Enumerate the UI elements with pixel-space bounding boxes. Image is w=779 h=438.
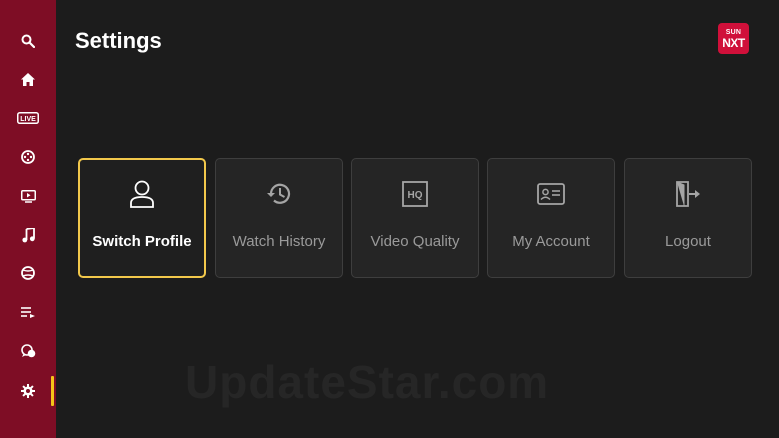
switch-profile-label: Switch Profile	[92, 233, 192, 250]
sidebar-item-tv[interactable]	[0, 181, 56, 211]
sidebar-item-music[interactable]	[0, 220, 56, 250]
watch-history-card[interactable]: Watch History	[215, 158, 343, 278]
active-indicator	[51, 376, 54, 406]
tv-play-icon	[20, 189, 36, 203]
live-label: LIVE	[20, 116, 36, 123]
exit-door-icon	[676, 181, 700, 207]
page-title: Settings	[75, 28, 162, 53]
sidebar-item-home[interactable]	[0, 64, 56, 94]
video-quality-card[interactable]: HQ Video Quality	[351, 158, 479, 278]
sidebar-item-movies[interactable]	[0, 142, 56, 172]
chat-bubbles-icon	[20, 344, 35, 358]
playlist-icon	[21, 306, 35, 318]
home-icon	[21, 72, 35, 86]
sidebar-item-sports[interactable]	[0, 258, 56, 288]
watch-history-label: Watch History	[232, 233, 326, 250]
user-icon	[130, 180, 154, 208]
sidebar-item-playlist[interactable]	[0, 297, 56, 327]
sidebar-item-settings[interactable]	[0, 376, 56, 406]
film-reel-icon	[21, 150, 35, 164]
history-icon	[267, 183, 291, 204]
hq-badge: HQ	[408, 190, 423, 201]
logout-label: Logout	[665, 233, 711, 250]
video-quality-label: Video Quality	[370, 233, 460, 250]
logout-card[interactable]: Logout	[624, 158, 752, 278]
live-icon: LIVE	[17, 112, 39, 124]
my-account-label: My Account	[512, 233, 590, 250]
gear-icon	[21, 384, 35, 398]
music-note-icon	[21, 227, 35, 242]
logo-line-1: SUN	[725, 28, 742, 36]
sidebar-item-live[interactable]: LIVE	[0, 103, 56, 133]
search-icon	[21, 34, 35, 48]
sidebar-item-kids[interactable]	[0, 336, 56, 366]
my-account-card[interactable]: My Account	[487, 158, 615, 278]
ball-icon	[21, 266, 35, 280]
watermark: UpdateStar.com	[185, 356, 550, 408]
logo-line-2: NXT	[722, 35, 745, 50]
sidebar-item-search[interactable]	[0, 26, 56, 56]
sidebar: LIVE	[0, 0, 56, 438]
hq-icon: HQ	[402, 181, 428, 207]
switch-profile-card[interactable]: Switch Profile	[78, 158, 206, 278]
sun-nxt-logo: SUN NXT	[718, 23, 749, 54]
id-card-icon	[537, 183, 565, 205]
